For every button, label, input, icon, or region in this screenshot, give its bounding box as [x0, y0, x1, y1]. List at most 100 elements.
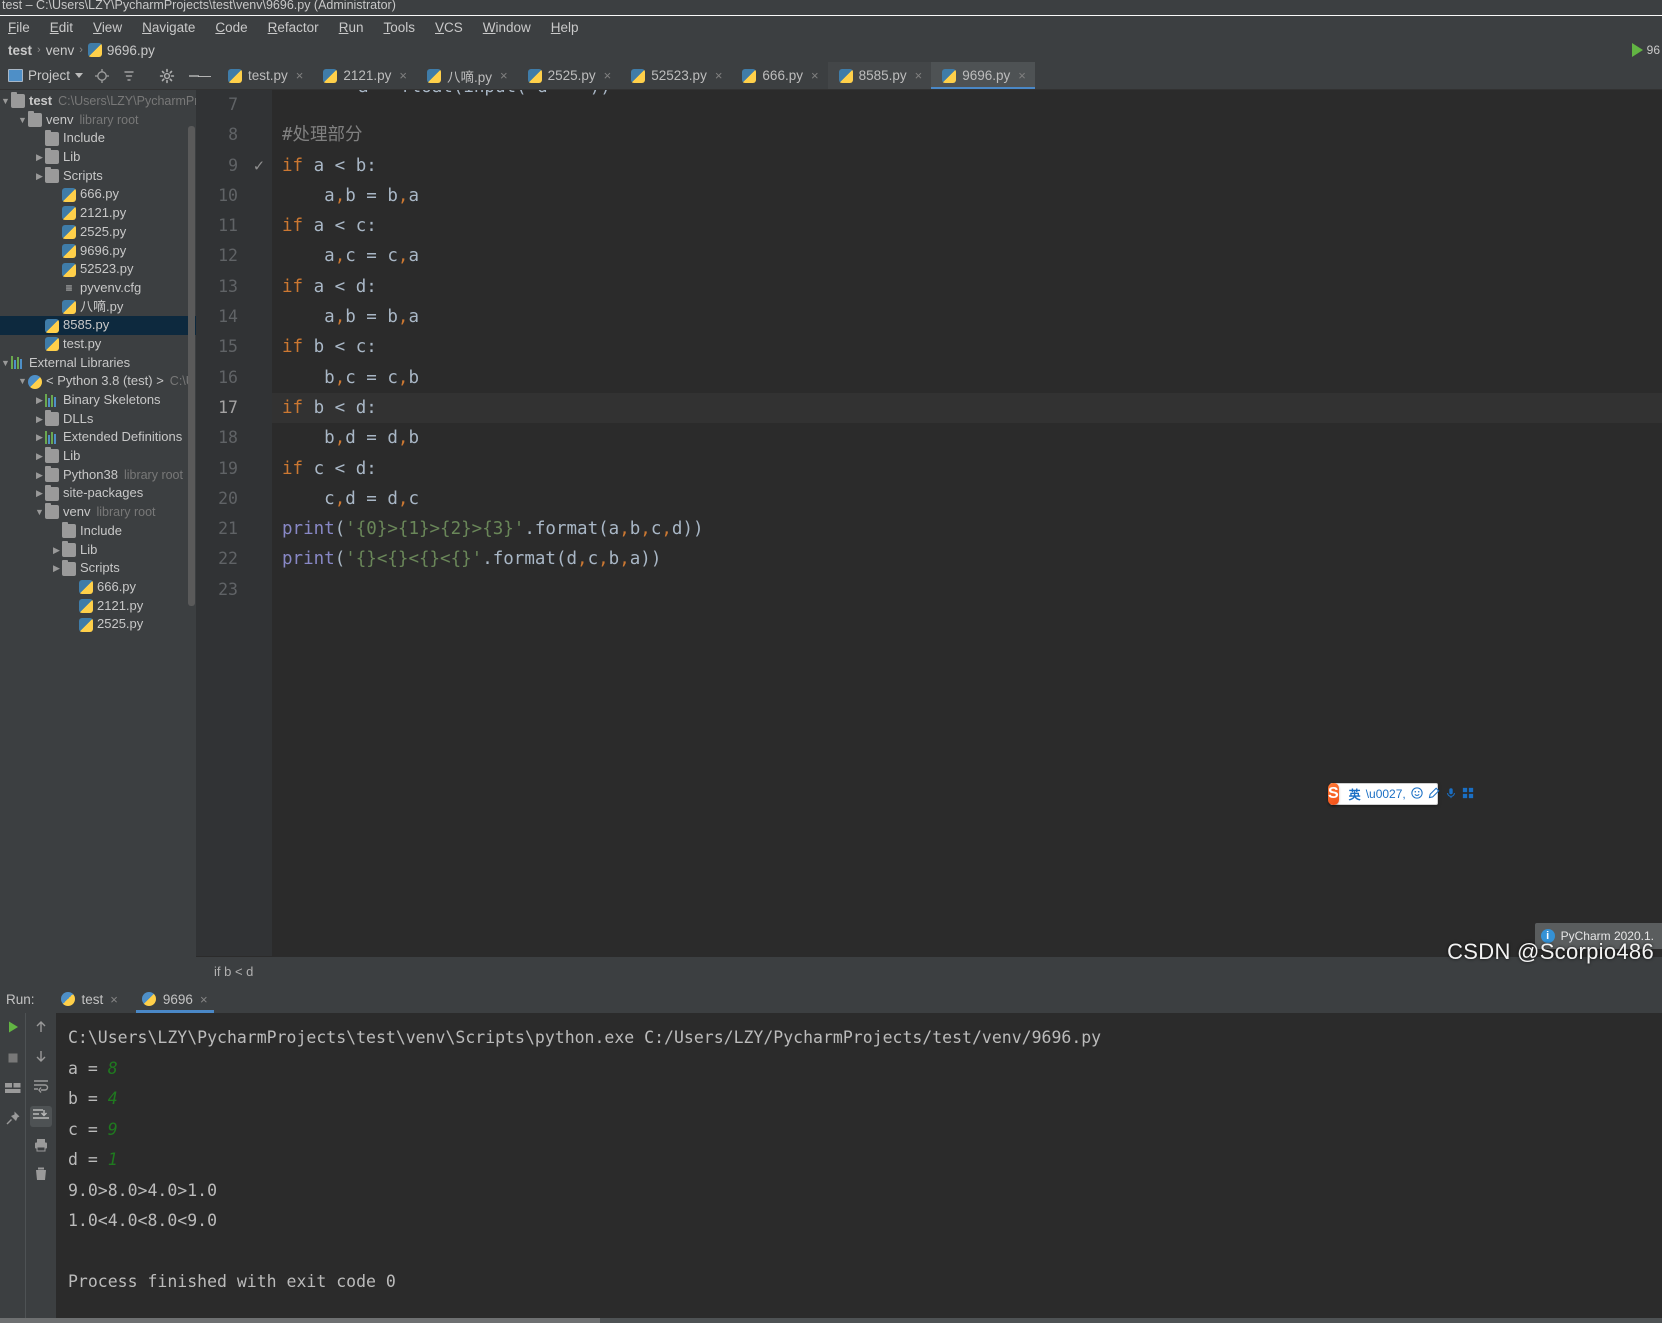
chevron-down-icon[interactable]: ▼ — [17, 111, 28, 130]
close-icon[interactable]: × — [500, 68, 508, 83]
close-icon[interactable]: × — [811, 68, 819, 83]
code-line[interactable]: a,b = b,a — [272, 302, 1662, 332]
editor-tab-2525-py[interactable]: 2525.py × — [517, 62, 621, 89]
menu-item-edit[interactable]: Edit — [50, 20, 73, 35]
scroll-down-icon[interactable] — [33, 1048, 49, 1067]
menu-item-refactor[interactable]: Refactor — [268, 20, 319, 35]
layout-icon[interactable] — [4, 1081, 22, 1098]
close-icon[interactable]: × — [1018, 68, 1026, 83]
editor-tab--py[interactable]: 八嘀.py × — [416, 62, 517, 89]
editor-tab-666-py[interactable]: 666.py × — [731, 62, 827, 89]
chevron-right-icon[interactable]: ▶ — [34, 167, 45, 186]
ime-mode-label[interactable]: 英 — [1349, 786, 1361, 803]
clear-all-icon[interactable] — [33, 1166, 49, 1185]
chevron-right-icon[interactable]: ▶ — [51, 541, 62, 560]
chevron-right-icon[interactable]: ▶ — [34, 466, 45, 485]
tree-item[interactable]: 666.py — [0, 578, 196, 597]
close-icon[interactable]: × — [604, 68, 612, 83]
code-editor[interactable]: 7 8 9✓ 10 11 12 13 14 15 16 17 18 19 20 21 22 23 a = flo… — [196, 90, 1662, 956]
run-config-label[interactable]: 96 — [1647, 43, 1660, 57]
code-line[interactable]: b,c = c,b — [272, 363, 1662, 393]
menu-item-navigate[interactable]: Navigate — [142, 20, 195, 35]
breadcrumb-item-test[interactable]: test — [8, 43, 32, 58]
tree-item[interactable]: 8585.py — [0, 316, 196, 335]
chevron-right-icon[interactable]: ▶ — [34, 148, 45, 167]
sogou-ime-toolbar[interactable]: S 英 \u0027, — [1328, 783, 1473, 805]
code-line[interactable]: print('{}<{}<{}<{}'.format(d,c,b,a)) — [272, 544, 1662, 574]
tree-item[interactable]: ▶ DLLs — [0, 410, 196, 429]
stop-icon[interactable] — [5, 1050, 21, 1069]
tree-item[interactable]: ▶ Binary Skeletons — [0, 391, 196, 410]
menu-item-run[interactable]: Run — [339, 20, 364, 35]
tree-scrollbar[interactable] — [188, 126, 195, 606]
code-line[interactable]: if a < d: — [272, 272, 1662, 302]
tree-item[interactable]: 2525.py — [0, 223, 196, 242]
menu-item-view[interactable]: View — [93, 20, 122, 35]
close-icon[interactable]: × — [399, 68, 407, 83]
comma-icon[interactable]: \u0027, — [1366, 788, 1406, 800]
mic-icon[interactable] — [1445, 787, 1457, 801]
code-line[interactable]: if b < d: — [272, 392, 1662, 424]
code-line[interactable]: if a < c: — [272, 211, 1662, 241]
soft-wrap-icon[interactable] — [32, 1077, 50, 1096]
scroll-to-end-icon[interactable] — [30, 1106, 52, 1127]
code-line[interactable]: if a < b: — [272, 151, 1662, 181]
code-line[interactable]: b,d = d,b — [272, 423, 1662, 453]
menu-item-help[interactable]: Help — [551, 20, 579, 35]
pen-icon[interactable] — [1428, 787, 1440, 801]
tree-item[interactable]: 9696.py — [0, 242, 196, 261]
tree-item[interactable]: ▶ Scripts — [0, 559, 196, 578]
chevron-down-icon[interactable] — [75, 73, 84, 78]
tree-item[interactable]: Include — [0, 522, 196, 541]
chevron-right-icon[interactable]: ▶ — [34, 410, 45, 429]
tree-item[interactable]: ▶ Lib — [0, 148, 196, 167]
apps-icon[interactable] — [1462, 787, 1474, 801]
run-icon[interactable] — [5, 1019, 21, 1038]
run-tab-test[interactable]: test × — [49, 985, 130, 1013]
pin-icon[interactable] — [5, 1110, 21, 1129]
tree-item[interactable]: ▶ Extended Definitions — [0, 428, 196, 447]
close-icon[interactable]: × — [296, 68, 304, 83]
tree-item[interactable]: ▶ Python38 library root — [0, 466, 196, 485]
close-icon[interactable]: × — [200, 992, 208, 1007]
code-line[interactable]: a,b = b,a — [272, 181, 1662, 211]
code-line[interactable]: print('{0}>{1}>{2}>{3}'.format(a,b,c,d)) — [272, 514, 1662, 544]
editor-tab-9696-py[interactable]: 9696.py × — [931, 62, 1035, 89]
editor-tab-bar[interactable]: — test.py × 2121.py × 八嘀.py × 2525.py × 52523.py ×… — [196, 62, 1662, 90]
locate-icon[interactable] — [94, 68, 110, 84]
run-console-output[interactable]: C:\Users\LZY\PycharmProjects\test\venv\S… — [56, 1013, 1662, 1323]
code-line[interactable]: if c < d: — [272, 454, 1662, 484]
tree-item[interactable]: ▶ Scripts — [0, 167, 196, 186]
chevron-right-icon[interactable]: ▶ — [34, 447, 45, 466]
print-icon[interactable] — [33, 1137, 49, 1156]
scroll-up-icon[interactable] — [33, 1019, 49, 1038]
close-icon[interactable]: × — [715, 68, 723, 83]
chevron-down-icon[interactable]: ▼ — [34, 503, 45, 522]
code-content[interactable]: a = float(input('d = ')) #处理部分if a < b: … — [272, 90, 1662, 956]
tree-item[interactable]: Include — [0, 129, 196, 148]
run-icon[interactable] — [1631, 43, 1643, 57]
editor-tab-8585-py[interactable]: 8585.py × — [827, 62, 932, 89]
breadcrumb-item-9696-py[interactable]: 9696.py — [87, 43, 155, 58]
menu-item-file[interactable]: File — [8, 20, 30, 35]
gear-icon[interactable] — [159, 68, 175, 84]
code-line[interactable]: if b < c: — [272, 332, 1662, 362]
collapse-all-icon[interactable] — [121, 68, 137, 84]
tree-item[interactable]: 2121.py — [0, 204, 196, 223]
tree-item[interactable]: ▼ External Libraries — [0, 354, 196, 373]
tree-item[interactable]: 2121.py — [0, 597, 196, 616]
hide-icon[interactable] — [186, 68, 202, 84]
tree-item[interactable]: ▼ test C:\Users\LZY\PycharmPr — [0, 92, 196, 111]
run-tab-9696[interactable]: 9696 × — [130, 985, 220, 1013]
menu-item-window[interactable]: Window — [483, 20, 531, 35]
tree-item[interactable]: 666.py — [0, 185, 196, 204]
close-icon[interactable]: × — [110, 992, 118, 1007]
code-line[interactable]: #处理部分 — [272, 120, 1662, 150]
project-tree[interactable]: ▼ test C:\Users\LZY\PycharmPr ▼ venv library … — [0, 90, 196, 985]
tree-item[interactable]: ▼ < Python 3.8 (test) > C:\U — [0, 372, 196, 391]
chevron-right-icon[interactable]: ▶ — [34, 391, 45, 410]
close-icon[interactable]: × — [915, 68, 923, 83]
tree-item[interactable]: 52523.py — [0, 260, 196, 279]
chevron-right-icon[interactable]: ▶ — [34, 484, 45, 503]
menu-item-vcs[interactable]: VCS — [435, 20, 463, 35]
